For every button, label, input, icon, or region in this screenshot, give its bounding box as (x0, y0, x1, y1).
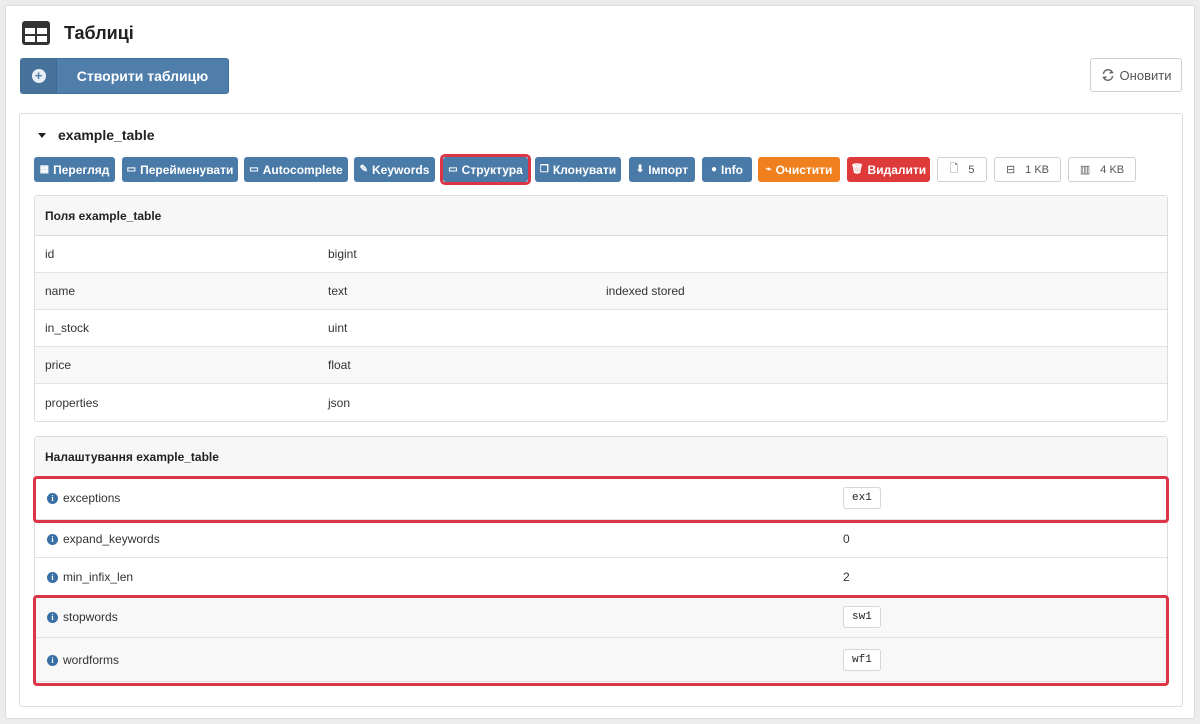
setting-name: min_infix_len (63, 569, 134, 584)
setting-row: i min_infix_len 2 (35, 558, 1167, 596)
setting-value: ex1 (843, 487, 881, 509)
create-table-button[interactable]: + Створити таблицю (20, 58, 229, 94)
field-row: properties json (35, 384, 1167, 421)
fields-title: Поля example_table (35, 196, 1167, 236)
setting-value: 2 (843, 569, 850, 584)
setting-value: 0 (843, 531, 850, 546)
disk-size-badge: ⊟ 1 KB (994, 157, 1061, 182)
structure-icon: ▭ (448, 164, 458, 175)
delete-label: Видалити (867, 162, 927, 177)
setting-name: wordforms (63, 652, 120, 667)
setting-row: i exceptions ex1 (35, 477, 1167, 520)
info-icon[interactable]: i (47, 654, 58, 666)
rename-button[interactable]: ▭ Перейменувати (122, 157, 238, 182)
docs-count-badge: 🗋 5 (937, 157, 987, 182)
page: Таблиці + Створити таблицю Оновити examp… (5, 5, 1195, 719)
field-row: name text indexed stored (35, 273, 1167, 310)
info-icon: ● (710, 164, 718, 175)
clear-label: Очистити (775, 162, 833, 177)
trash-icon: 🗑 (850, 164, 864, 175)
table-collapse-toggle[interactable]: example_table (38, 125, 155, 145)
field-row: in_stock uint (35, 310, 1167, 347)
structure-button[interactable]: ▭ Структура (443, 157, 528, 182)
ram-size: 4 KB (1100, 163, 1125, 176)
table-icon (22, 21, 50, 45)
edit-icon: ✎ (359, 164, 369, 175)
autocomplete-label: Autocomplete (262, 162, 343, 177)
info-button[interactable]: ● Info (702, 157, 752, 182)
plus-circle-icon: + (31, 69, 46, 83)
download-icon: ⬇ (635, 164, 645, 175)
create-table-label: Створити таблицю (76, 68, 209, 84)
field-name: id (45, 247, 55, 261)
rename-label: Перейменувати (140, 162, 234, 177)
keywords-label: Keywords (372, 162, 430, 177)
clone-label: Клонувати (552, 162, 617, 177)
info-label: Info (721, 162, 744, 177)
broom-icon: ⌁ (765, 164, 772, 175)
field-type: float (328, 358, 351, 372)
docs-count: 5 (968, 163, 975, 176)
setting-row: i wordforms wf1 (35, 638, 1167, 681)
grid-icon: ▦ (39, 164, 50, 175)
keyboard-icon: ▭ (249, 164, 259, 175)
field-type: json (328, 395, 351, 410)
settings-title: Налаштування example_table (35, 437, 1167, 477)
table-panel: example_table ▦ Перегляд ▭ Перейменувати… (19, 113, 1183, 707)
browse-label: Перегляд (53, 162, 110, 177)
page-title: Таблиці (64, 22, 134, 43)
document-icon: 🗋 (949, 163, 959, 175)
field-props: indexed stored (606, 284, 685, 298)
field-row: id bigint (35, 236, 1167, 273)
field-name: name (45, 284, 76, 298)
browse-button[interactable]: ▦ Перегляд (34, 157, 115, 182)
rename-icon: ▭ (126, 164, 137, 175)
setting-value: sw1 (843, 605, 881, 628)
import-label: Імпорт (648, 162, 689, 177)
refresh-icon (1101, 69, 1114, 81)
field-name: price (45, 358, 72, 372)
info-icon[interactable]: i (47, 611, 58, 623)
refresh-button[interactable]: Оновити (1090, 58, 1182, 92)
ram-size-badge: ▥ 4 KB (1068, 157, 1136, 182)
field-name: properties (45, 395, 99, 410)
field-type: bigint (328, 247, 357, 261)
clone-icon: ❐ (539, 164, 549, 175)
page-header: Таблиці (22, 18, 134, 48)
setting-name: exceptions (63, 491, 121, 505)
setting-row: i expand_keywords 0 (35, 520, 1167, 558)
info-icon[interactable]: i (47, 533, 58, 545)
disk-size: 1 KB (1025, 163, 1050, 176)
setting-value: wf1 (843, 648, 881, 671)
table-name: example_table (58, 127, 155, 143)
clone-button[interactable]: ❐ Клонувати (535, 157, 621, 182)
refresh-label: Оновити (1119, 67, 1172, 83)
field-row: price float (35, 347, 1167, 384)
setting-row: i stopwords sw1 (35, 596, 1167, 638)
info-icon[interactable]: i (47, 493, 58, 505)
caret-down-icon (38, 132, 46, 138)
info-icon[interactable]: i (47, 571, 58, 583)
delete-button[interactable]: 🗑 Видалити (847, 157, 930, 182)
disk-icon: ⊟ (1005, 164, 1016, 176)
autocomplete-button[interactable]: ▭ Autocomplete (244, 157, 348, 182)
field-type: uint (328, 321, 348, 335)
setting-name: expand_keywords (63, 531, 160, 546)
field-type: text (328, 284, 348, 298)
settings-box: Налаштування example_table i exceptions e… (34, 436, 1168, 682)
keywords-button[interactable]: ✎ Keywords (354, 157, 435, 182)
fields-box: Поля example_table id bigint name text i… (34, 195, 1168, 422)
structure-label: Структура (461, 162, 523, 177)
clear-button[interactable]: ⌁ Очистити (758, 157, 840, 182)
memory-icon: ▥ (1079, 164, 1091, 176)
import-button[interactable]: ⬇ Імпорт (629, 157, 695, 182)
field-name: in_stock (45, 321, 90, 335)
setting-name: stopwords (63, 609, 118, 624)
